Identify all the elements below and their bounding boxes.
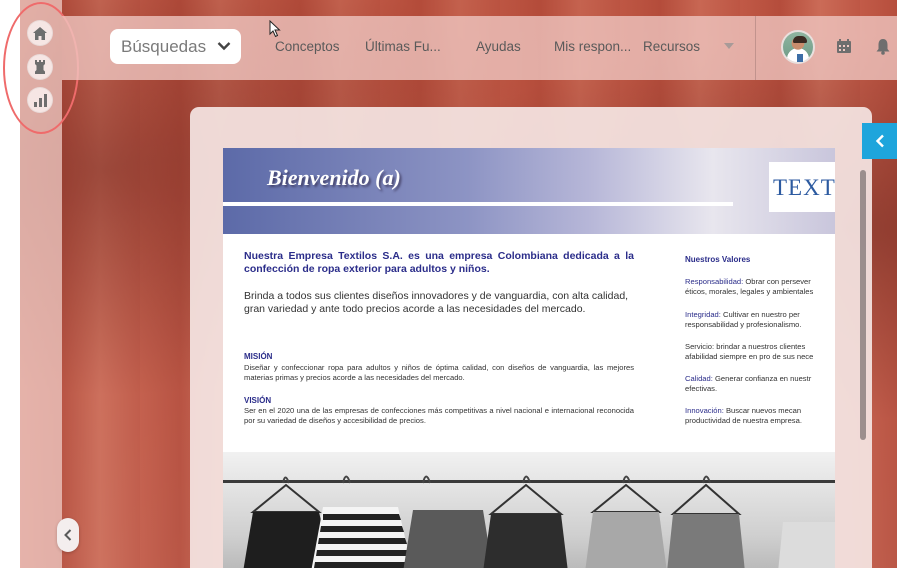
nav-ultimas-funciones[interactable]: Últimas Fu... (365, 39, 441, 54)
vision-text: Ser en el 2020 una de las empresas de co… (244, 406, 634, 425)
mision-text: Diseñar y confeccionar ropa para adultos… (244, 363, 634, 382)
nav-more-caret-icon[interactable] (724, 43, 734, 49)
banner-title: Bienvenido (a) (267, 165, 401, 190)
welcome-document: Bienvenido (a) TEXTI Nuestra Empresa Tex… (223, 148, 835, 568)
clothing-photo (223, 452, 835, 568)
nav-divider (755, 16, 756, 80)
vision-title: VISIÓN (244, 396, 272, 405)
intro-bold: Nuestra Empresa Textilos S.A. es una emp… (244, 250, 634, 275)
welcome-banner: Bienvenido (a) TEXTI (223, 148, 835, 234)
value-item: Calidad: Generar confianza en nuestr efe… (685, 374, 812, 393)
chevron-left-icon (875, 134, 884, 148)
nav-conceptos[interactable]: Conceptos (275, 39, 340, 54)
values-title: Nuestros Valores (685, 255, 751, 264)
expand-right-panel-button[interactable] (862, 123, 897, 159)
value-item: Innovación: Buscar nuevos mecan producti… (685, 406, 802, 425)
company-logo: TEXTI (769, 162, 835, 212)
nav-ayudas[interactable]: Ayudas (476, 39, 521, 54)
vertical-scrollbar[interactable] (860, 170, 866, 440)
bell-icon[interactable] (876, 38, 890, 55)
logo-text: TEXTI (773, 175, 835, 200)
mouse-cursor-icon (269, 20, 281, 38)
value-item: Servicio: brindar a nuestros clientes af… (685, 342, 814, 361)
value-item: Integridad: Cultivar en nuestro per resp… (685, 310, 802, 329)
collapse-left-button[interactable] (57, 518, 79, 552)
search-select-label: Búsquedas (121, 36, 207, 56)
mision-title: MISIÓN (244, 352, 273, 361)
avatar[interactable] (781, 30, 815, 64)
chevron-down-icon (217, 42, 231, 51)
nav-mis-responsabilidades[interactable]: Mis respon... (554, 39, 631, 54)
search-select[interactable]: Búsquedas (110, 29, 241, 64)
chevron-left-icon (64, 529, 72, 541)
nav-recursos[interactable]: Recursos (643, 39, 700, 54)
intro-text: Brinda a todos sus clientes diseños inno… (244, 290, 629, 315)
calendar-icon[interactable] (836, 38, 852, 54)
value-item: Responsabilidad: Obrar con persever étic… (685, 277, 814, 296)
